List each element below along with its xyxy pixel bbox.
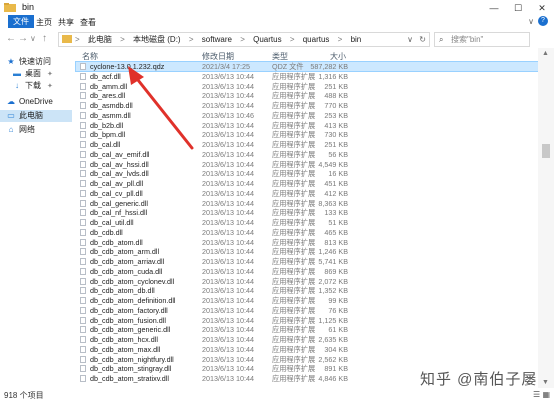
view-toggle-icon[interactable]: ☰ ▦ (533, 390, 550, 399)
status-item-count: 918 个项目 (4, 391, 44, 400)
watermark: 知乎 @南伯子屡 (420, 371, 538, 388)
annotation-arrow (128, 66, 194, 150)
